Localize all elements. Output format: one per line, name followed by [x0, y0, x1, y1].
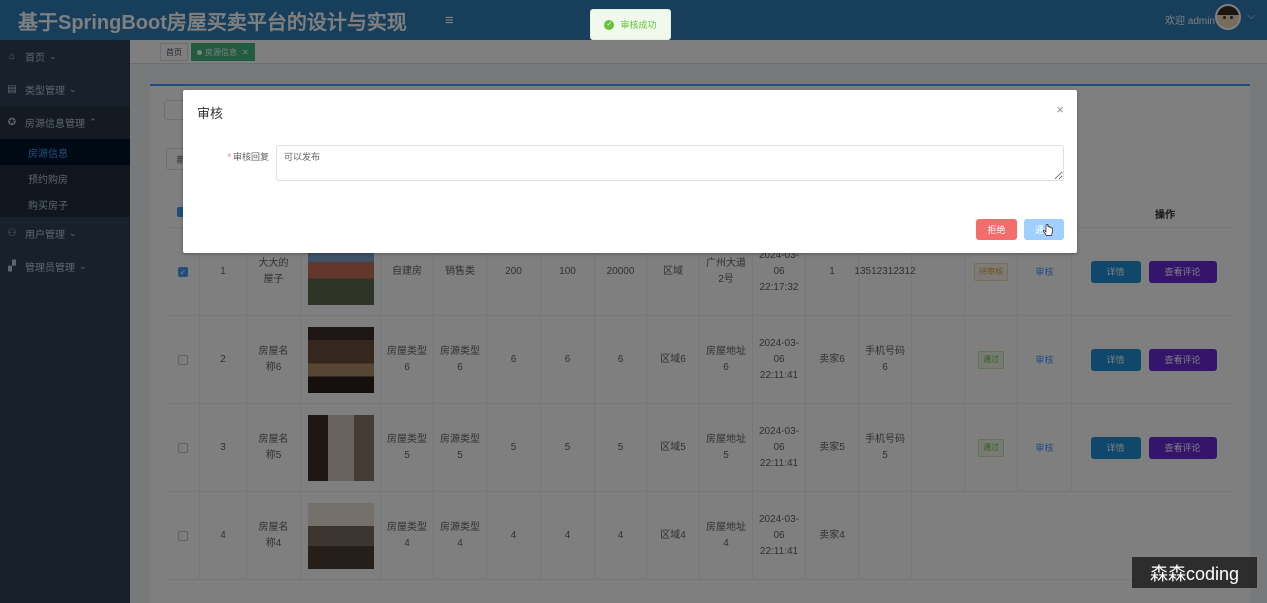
watermark: 森森coding — [1132, 557, 1257, 588]
close-icon[interactable]: × — [1056, 102, 1064, 117]
success-icon: ✓ — [604, 19, 615, 30]
audit-dialog: 审核 × *审核回复 可以发布 拒绝 通过 — [183, 90, 1077, 253]
reply-label-text: 审核回复 — [232, 152, 269, 162]
toast-message: 审核成功 — [620, 20, 657, 30]
hand-cursor-icon — [1043, 224, 1053, 236]
success-toast: ✓ 审核成功 — [590, 9, 671, 40]
audit-reply-input[interactable]: 可以发布 — [276, 145, 1064, 181]
reply-label: * 审核回复 — [223, 150, 269, 163]
dialog-title: 审核 — [197, 106, 224, 121]
reject-button[interactable]: 拒绝 — [976, 219, 1017, 240]
required-mark: * — [227, 152, 231, 162]
